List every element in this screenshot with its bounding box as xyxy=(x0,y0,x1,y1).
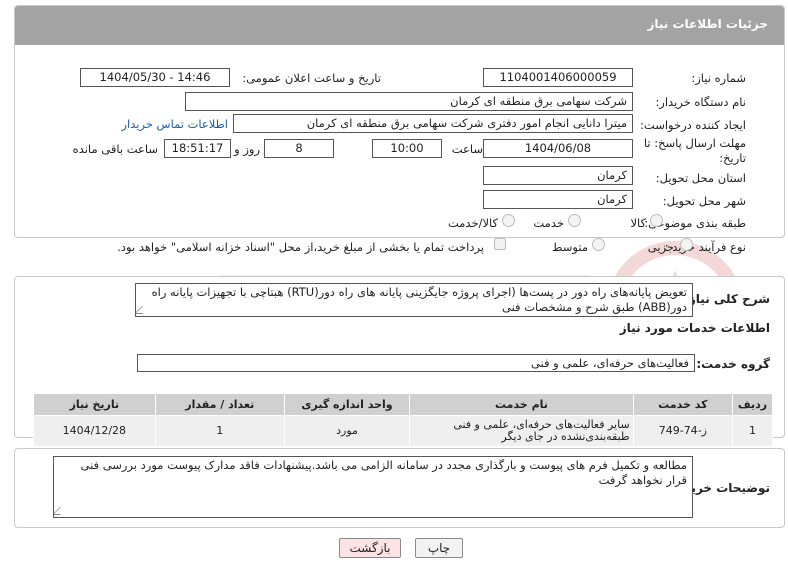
services-section-title: اطلاعات خدمات مورد نیاز xyxy=(619,321,770,335)
col-qty-header: تعداد / مقدار xyxy=(154,393,285,416)
announce-date-label: تاریخ و ساعت اعلان عمومی: xyxy=(242,71,381,85)
col-name-header: نام خدمت xyxy=(409,393,634,416)
col-date-header: تاریخ نیاز xyxy=(33,393,156,416)
resize-handle-icon[interactable] xyxy=(54,507,68,515)
table-row[interactable]: 1 ز-74-749 سایر فعالیت‌های حرفه‌ای، علمی… xyxy=(33,415,773,447)
page-title: جزئیات اطلاعات نیاز xyxy=(647,17,768,31)
table-header-row: ردیف کد خدمت نام خدمت واحد اندازه گیری ت… xyxy=(33,393,773,416)
cell-service-code: ز-74-749 xyxy=(632,415,734,447)
process-medium-label: متوسط xyxy=(551,240,588,254)
service-group-field[interactable]: فعالیت‌های حرفه‌ای، علمی و فنی xyxy=(137,354,695,372)
cell-need-date: 1404/12/28 xyxy=(33,415,156,447)
deadline-time-field[interactable]: 10:00 xyxy=(372,139,442,158)
buyer-notes-textarea[interactable]: مطالعه و تکمیل فرم های پیوست و بارگذاری … xyxy=(53,456,693,518)
province-label: استان محل تحویل: xyxy=(655,171,746,185)
treasury-payment-note: پرداخت تمام یا بخشی از مبلغ خرید،از محل … xyxy=(117,240,484,254)
creator-label: ایجاد کننده درخواست: xyxy=(640,118,746,132)
need-number-label: شماره نیاز: xyxy=(691,71,746,85)
category-service-radio[interactable] xyxy=(568,214,581,227)
announce-date-field[interactable]: 1404/05/30 - 14:46 xyxy=(80,68,230,87)
category-goods-label: کالا xyxy=(630,216,646,230)
remaining-time-field[interactable]: 18:51:17 xyxy=(164,139,231,158)
process-type-label: نوع فرآیند خرید : xyxy=(664,240,746,254)
days-label: روز و xyxy=(234,142,260,156)
deadline-time-label: ساعت xyxy=(451,142,483,156)
process-minor-label: جزیی xyxy=(647,240,674,254)
category-goods-service-label: کالا/خدمت xyxy=(447,216,498,230)
buyer-contact-link[interactable]: اطلاعات تماس خریدار xyxy=(121,117,228,131)
col-unit-header: واحد اندازه گیری xyxy=(283,393,411,416)
category-service-label: خدمت xyxy=(533,216,564,230)
process-minor-radio[interactable] xyxy=(680,238,693,251)
category-goods-radio[interactable] xyxy=(650,214,663,227)
category-goods-service-radio[interactable] xyxy=(502,214,515,227)
description-label: شرح کلی نیاز: xyxy=(684,292,770,306)
province-field[interactable]: کرمان xyxy=(483,166,633,185)
cell-unit: مورد xyxy=(283,415,411,447)
need-number-field[interactable]: 1104001406000059 xyxy=(483,68,633,87)
city-field[interactable]: کرمان xyxy=(483,190,633,209)
deadline-date-field[interactable]: 1404/06/08 xyxy=(483,139,633,158)
cell-service-name: سایر فعالیت‌های حرفه‌ای، علمی و فنی طبقه… xyxy=(409,415,634,447)
description-textarea[interactable]: تعویض پایانه‌های راه دور در پست‌ها (اجرا… xyxy=(135,283,693,317)
treasury-payment-checkbox[interactable] xyxy=(494,238,506,250)
cell-row-number: 1 xyxy=(732,415,773,447)
buyer-org-label: نام دستگاه خریدار: xyxy=(655,95,746,109)
cell-quantity: 1 xyxy=(154,415,285,447)
service-group-label: گروه خدمت: xyxy=(696,357,770,371)
city-label: شهر محل تحویل: xyxy=(662,194,746,208)
back-button[interactable]: بازگشت xyxy=(339,538,401,558)
description-text: تعویض پایانه‌های راه دور در پست‌ها (اجرا… xyxy=(151,285,687,314)
col-row-header: ردیف xyxy=(732,393,773,416)
creator-field[interactable]: میترا دانایی انجام امور دفتری شرکت سهامی… xyxy=(233,114,633,133)
panel-header: جزئیات اطلاعات نیاز xyxy=(15,6,784,45)
print-button[interactable]: چاپ xyxy=(415,538,463,558)
col-code-header: کد خدمت xyxy=(632,393,734,416)
remaining-time-label: ساعت باقی مانده xyxy=(72,142,158,156)
deadline-label-2: تاریخ: xyxy=(719,151,746,165)
buyer-notes-text: مطالعه و تکمیل فرم های پیوست و بارگذاری … xyxy=(80,458,687,487)
days-remaining-field[interactable]: 8 xyxy=(264,139,334,158)
resize-handle-icon[interactable] xyxy=(136,306,150,314)
deadline-label: مهلت ارسال پاسخ: تا xyxy=(643,136,746,150)
services-table: ردیف کد خدمت نام خدمت واحد اندازه گیری ت… xyxy=(33,393,773,447)
process-medium-radio[interactable] xyxy=(592,238,605,251)
buyer-org-field[interactable]: شرکت سهامی برق منطقه ای کرمان xyxy=(185,92,633,111)
